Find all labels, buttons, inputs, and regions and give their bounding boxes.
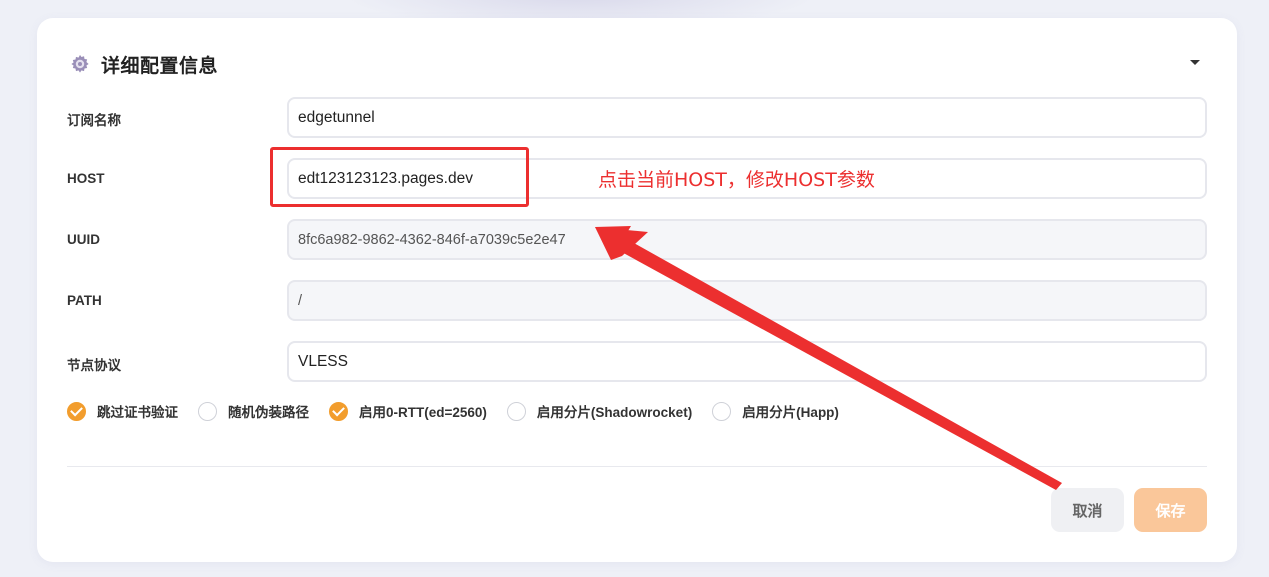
option-fragment-shadowrocket[interactable]: 启用分片(Shadowrocket)	[506, 401, 693, 421]
cancel-button[interactable]: 取消	[1051, 488, 1124, 532]
option-skip-cert-verify[interactable]: 跳过证书验证	[67, 401, 178, 421]
protocol-input[interactable]	[287, 341, 1207, 382]
host-label: HOST	[67, 171, 105, 186]
protocol-label: 节点协议	[67, 358, 121, 373]
checkbox[interactable]	[329, 401, 348, 421]
option-random-path[interactable]: 随机伪装路径	[198, 401, 309, 421]
card-header[interactable]: 详细配置信息	[69, 51, 218, 77]
checkbox[interactable]	[198, 401, 217, 421]
option-label: 启用0-RTT(ed=2560)	[359, 405, 487, 420]
checkbox[interactable]	[712, 401, 732, 421]
annotation-text: 点击当前HOST，修改HOST参数	[598, 169, 875, 191]
options-group: 跳过证书验证 随机伪装路径 启用0-RTT(ed=2560) 启用分片(Shad…	[67, 401, 859, 421]
option-fragment-happ[interactable]: 启用分片(Happ)	[712, 401, 839, 421]
option-label: 随机伪装路径	[228, 405, 309, 420]
save-button[interactable]: 保存	[1134, 488, 1207, 532]
option-0rtt[interactable]: 启用0-RTT(ed=2560)	[329, 401, 487, 421]
path-label: PATH	[67, 293, 102, 308]
uuid-input[interactable]	[287, 219, 1207, 260]
option-label: 启用分片(Shadowrocket)	[536, 405, 693, 420]
uuid-label: UUID	[67, 232, 100, 247]
checkbox[interactable]	[506, 401, 526, 421]
option-label: 跳过证书验证	[97, 405, 178, 420]
subscription-name-input[interactable]	[287, 97, 1207, 138]
option-label: 启用分片(Happ)	[742, 405, 839, 420]
gear-icon	[71, 54, 89, 73]
annotation-highlight-box	[270, 147, 529, 207]
path-input[interactable]	[287, 280, 1207, 321]
chevron-down-icon[interactable]	[1190, 60, 1200, 65]
config-card: 详细配置信息 订阅名称 HOST UUID PATH 节点协议 跳过证书验证 随…	[37, 18, 1237, 562]
checkbox[interactable]	[67, 401, 86, 421]
page-title: 详细配置信息	[101, 55, 219, 77]
divider	[67, 466, 1207, 467]
subscription-name-label: 订阅名称	[67, 113, 121, 128]
